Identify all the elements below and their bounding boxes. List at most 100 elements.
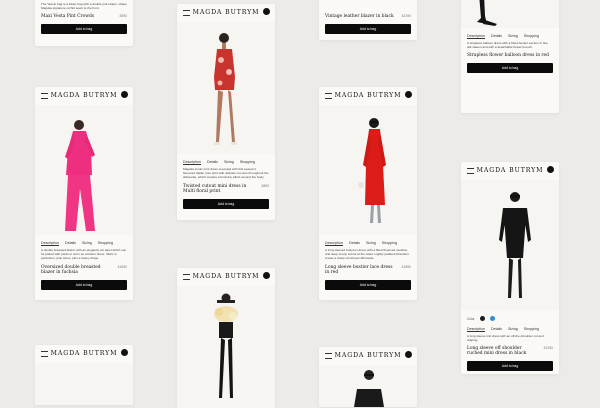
product-price: £2190 (401, 14, 411, 18)
tab-shopping[interactable]: Shopping (524, 327, 539, 331)
product-description: A double breasted blazer with an elegant… (41, 248, 127, 261)
product-photo (177, 286, 275, 408)
product-photo (35, 105, 133, 235)
product-card-4: Vintage leather blazer in black £2190 Ad… (319, 0, 417, 40)
tab-shopping[interactable]: Shopping (382, 241, 397, 245)
add-to-bag-button[interactable]: Add to bag (183, 198, 269, 209)
product-photo (35, 363, 133, 405)
product-photo (461, 180, 559, 310)
product-tabs: Description Details Sizing Shopping (461, 28, 559, 38)
product-name: Long sleeve off shoulder ruched mini dre… (467, 346, 553, 357)
color-label: Color (467, 316, 475, 321)
product-card-7: MAGDA BUTRYM Color Description Details S… (461, 162, 559, 374)
product-price: £890 (261, 183, 269, 188)
add-to-bag-button[interactable]: Add to bag (467, 63, 553, 74)
tab-description[interactable]: Description (183, 160, 201, 164)
app-header: MAGDA BUTRYM (35, 345, 133, 363)
brand-logo: MAGDA BUTRYM (50, 92, 118, 99)
app-header: MAGDA BUTRYM (35, 87, 133, 105)
product-name: Strapless flower balloon dress in red (467, 53, 549, 59)
add-to-bag-button[interactable]: Add to bag (41, 24, 127, 35)
tab-description[interactable]: Description (467, 327, 485, 331)
bag-icon[interactable] (121, 91, 128, 98)
swatch-blue[interactable] (489, 316, 495, 321)
bag-icon[interactable] (405, 91, 412, 98)
model-floral-dress-image (214, 33, 237, 145)
model-black-dress-image (499, 192, 531, 298)
tab-details[interactable]: Details (65, 241, 76, 245)
tab-details[interactable]: Details (491, 327, 502, 331)
product-description: The Vaccio bag is a folder bag with a do… (41, 2, 127, 11)
tab-sizing[interactable]: Sizing (82, 241, 92, 245)
tab-description[interactable]: Description (325, 241, 343, 245)
product-card-6: Description Details Sizing Shopping A st… (461, 0, 559, 113)
model-red-dress-image (358, 118, 386, 223)
tab-sizing[interactable]: Sizing (224, 160, 234, 164)
bag-icon[interactable] (263, 8, 270, 15)
brand-logo: MAGDA BUTRYM (334, 92, 402, 99)
model-pink-blazer-image (65, 120, 95, 231)
tab-description[interactable]: Description (41, 241, 59, 245)
product-tabs: Description Details Sizing Shopping (319, 235, 417, 245)
tab-details[interactable]: Details (491, 34, 502, 38)
add-to-bag-button[interactable]: Add to bag (467, 361, 553, 372)
app-header: MAGDA BUTRYM (319, 347, 417, 365)
product-card-8: MAGDA BUTRYM (35, 345, 133, 405)
add-to-bag-button[interactable]: Add to bag (325, 279, 411, 290)
bag-icon[interactable] (547, 166, 554, 173)
tab-sizing[interactable]: Sizing (366, 241, 376, 245)
tab-description[interactable]: Description (467, 34, 485, 38)
brand-logo: MAGDA BUTRYM (50, 350, 118, 357)
product-photo (461, 0, 559, 28)
swatch-black[interactable] (479, 316, 485, 321)
app-header: MAGDA BUTRYM (177, 4, 275, 22)
app-header: MAGDA BUTRYM (461, 162, 559, 180)
product-description: A long sleeve knit dress with an off-the… (467, 334, 544, 343)
add-to-bag-button[interactable]: Add to bag (41, 279, 127, 290)
bag-icon[interactable] (263, 272, 270, 279)
product-price: £890 (119, 14, 127, 19)
app-header: MAGDA BUTRYM (177, 268, 275, 286)
product-card-9: MAGDA BUTRYM (177, 268, 275, 408)
brand-logo: MAGDA BUTRYM (476, 167, 544, 174)
tab-shopping[interactable]: Shopping (524, 34, 539, 38)
product-name: Oversized double breasted blazer in fuch… (41, 264, 127, 275)
product-name: Twisted cutout mini dress in Multi flora… (183, 183, 269, 194)
product-photo (319, 105, 417, 235)
product-card-10: MAGDA BUTRYM (319, 347, 417, 407)
product-price: £1690 (117, 264, 127, 269)
product-photo (319, 365, 417, 407)
product-name: Maxi Vesta Pint Crowds £890 (41, 14, 127, 20)
add-to-bag-button[interactable]: Add to bag (325, 24, 411, 34)
bag-icon[interactable] (405, 351, 412, 358)
tab-shopping[interactable]: Shopping (240, 160, 255, 164)
product-tabs: Description Details Sizing Shopping (177, 154, 275, 164)
brand-logo: MAGDA BUTRYM (192, 273, 260, 280)
product-tabs: Description Details Sizing Shopping (35, 235, 133, 245)
model-black-top-image (354, 370, 384, 407)
product-card-2: MAGDA BUTRYM Description Details Sizing … (35, 87, 133, 300)
product-tabs: Description Details Sizing Shopping (461, 321, 559, 331)
brand-logo: MAGDA BUTRYM (192, 9, 260, 16)
brand-logo: MAGDA BUTRYM (334, 352, 402, 359)
product-photo (177, 22, 275, 154)
tab-details[interactable]: Details (207, 160, 218, 164)
model-flower-top-image (214, 293, 238, 398)
product-description: A strapless balloon dress with a fitted … (467, 41, 548, 50)
product-description: A long sleeved bodycon dress with a fitt… (325, 248, 409, 261)
product-description: Magdas iconic mini dress executed with t… (183, 167, 269, 180)
tab-details[interactable]: Details (349, 241, 360, 245)
product-name: Vintage leather blazer in black £2190 (325, 14, 411, 19)
bag-icon[interactable] (121, 349, 128, 356)
product-price: £1250 (543, 346, 553, 351)
model-shoes-image (477, 0, 497, 26)
product-name: Long sleeve bustier lace dress in red £1… (325, 264, 411, 275)
color-selector: Color (461, 310, 559, 321)
tab-shopping[interactable]: Shopping (98, 241, 113, 245)
tab-sizing[interactable]: Sizing (508, 34, 518, 38)
product-card-1: The Vaccio bag is a folder bag with a do… (35, 0, 133, 46)
tab-sizing[interactable]: Sizing (508, 327, 518, 331)
product-card-3: MAGDA BUTRYM Description Details Sizing … (177, 4, 275, 220)
app-header: MAGDA BUTRYM (319, 87, 417, 105)
product-price: £1850 (401, 264, 411, 269)
